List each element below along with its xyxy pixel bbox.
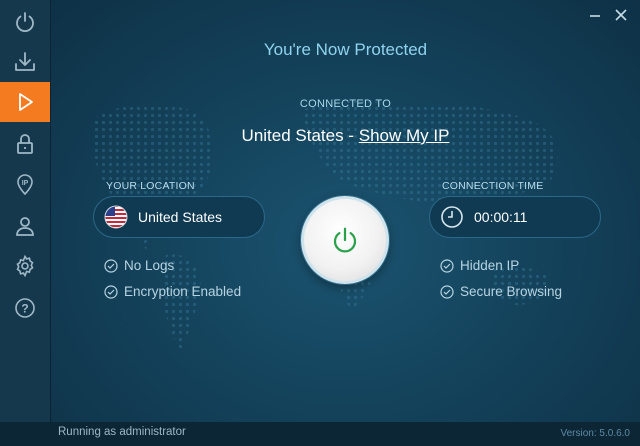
sidebar-item-help[interactable]: ? [0, 288, 50, 328]
main-panel: You're Now Protected CONNECTED TO United… [51, 0, 640, 446]
power-icon [16, 12, 34, 33]
feature-label: Hidden IP [460, 258, 520, 273]
sidebar: IP ? [0, 0, 51, 446]
connected-country-line: United States - Show My IP [51, 126, 640, 146]
feature-encryption: Encryption Enabled [104, 284, 241, 299]
sidebar-item-play[interactable] [0, 82, 50, 122]
lock-icon [17, 134, 33, 154]
sidebar-item-power[interactable] [0, 2, 50, 42]
sidebar-item-lock[interactable] [0, 124, 50, 164]
svg-text:IP: IP [22, 180, 29, 187]
check-circle-icon [104, 284, 118, 299]
sidebar-item-download[interactable] [0, 42, 50, 82]
connection-time-box: 00:00:11 [429, 196, 601, 238]
power-button[interactable] [301, 196, 389, 284]
ip-pin-icon: IP [17, 174, 33, 196]
vpn-app-window: IP ? You're Now Protected CONNECTED TO U… [0, 0, 640, 446]
connection-time-label: CONNECTION TIME [442, 180, 544, 192]
page-title: You're Now Protected [263, 40, 428, 59]
connection-time-value: 00:00:11 [474, 209, 528, 225]
show-my-ip-link[interactable]: Show My IP [359, 126, 450, 145]
play-icon [19, 93, 33, 111]
help-icon: ? [15, 298, 35, 318]
minimize-button[interactable] [587, 8, 603, 22]
svg-text:?: ? [21, 302, 28, 316]
feature-secure-browsing: Secure Browsing [440, 284, 562, 299]
check-circle-icon [104, 258, 118, 273]
admin-status: Running as administrator [58, 426, 186, 438]
version-label: Version: 5.0.6.0 [560, 428, 631, 439]
power-icon [333, 227, 357, 253]
your-location-label: YOUR LOCATION [106, 180, 195, 192]
sidebar-item-settings[interactable] [0, 246, 50, 286]
gear-icon [16, 254, 34, 278]
user-icon [16, 217, 34, 236]
sidebar-item-ip[interactable]: IP [0, 164, 50, 204]
feature-no-logs: No Logs [104, 258, 174, 273]
feature-label: Encryption Enabled [124, 284, 242, 299]
connected-country: United States - [241, 126, 354, 145]
connected-to-label: CONNECTED TO [299, 98, 392, 110]
check-circle-icon [440, 284, 454, 299]
location-value: United States [138, 209, 223, 225]
close-icon [615, 9, 627, 21]
sidebar-item-account[interactable] [0, 206, 50, 246]
download-icon [15, 52, 35, 71]
feature-label: Secure Browsing [460, 284, 563, 299]
clock-icon [441, 206, 463, 228]
minimize-icon [590, 15, 600, 17]
close-button[interactable] [613, 8, 629, 22]
feature-label: No Logs [124, 258, 175, 273]
us-flag-icon [104, 205, 128, 229]
feature-hidden-ip: Hidden IP [440, 258, 519, 273]
location-selector[interactable]: United States [93, 196, 265, 238]
check-circle-icon [440, 258, 454, 273]
